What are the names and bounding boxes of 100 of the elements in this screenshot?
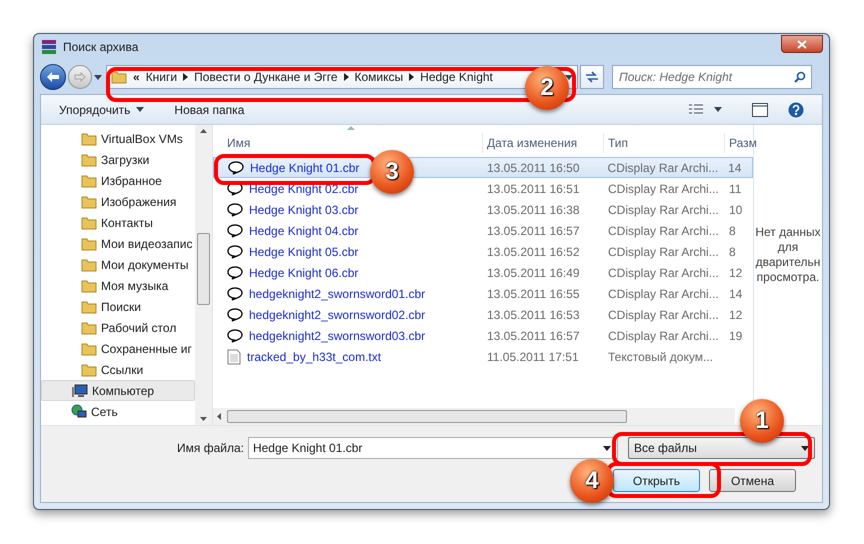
sidebar-item[interactable]: Избранное [41, 170, 195, 191]
speech-bubble-icon [227, 266, 243, 280]
sidebar-item[interactable]: Моя музыка [41, 275, 195, 296]
new-folder-button[interactable]: Новая папка [174, 100, 244, 118]
sidebar-item[interactable]: Контакты [41, 212, 195, 233]
table-cell-text: CDisplay Rar Archi... [607, 264, 720, 282]
table-cell-text: Текстовый докум... [607, 348, 714, 366]
file-row[interactable]: hedgeknight2_swornsword02.cbr 13.05.2011 16:53 CDisplay Rar Archi... 12 [213, 304, 753, 325]
horizontal-scrollbar[interactable] [213, 408, 735, 425]
sidebar-item[interactable]: Загрузки [41, 149, 195, 170]
file-name: tracked_by_h33t_com.txt [247, 348, 382, 366]
sidebar-item[interactable]: Поиски [41, 296, 195, 317]
scroll-down-icon [200, 417, 207, 421]
vertical-scrollbar[interactable] [195, 125, 212, 425]
search-icon [794, 71, 806, 83]
open-button[interactable]: Открыть [613, 469, 700, 492]
table-cell-text: CDisplay Rar Archi... [607, 328, 720, 344]
file-name: hedgeknight2_swornsword02.cbr [249, 306, 426, 324]
sidebar-item[interactable]: Сохраненные иг [41, 338, 195, 359]
sidebar-item[interactable]: Мои документы [41, 254, 195, 275]
dropdown-arrow-icon [602, 446, 611, 450]
preview-pane-icon [752, 102, 768, 116]
folder-icon [81, 172, 97, 188]
scroll-thumb[interactable] [197, 233, 210, 305]
table-cell-text: CDisplay Rar Archi... [607, 180, 720, 198]
preview-message: для [778, 240, 798, 255]
sidebar-item[interactable]: Рабочий стол [41, 317, 195, 338]
sidebar-item[interactable]: Изображения [41, 191, 195, 212]
breadcrumb[interactable]: Книги [146, 68, 178, 86]
column-header[interactable]: Тип [604, 133, 725, 153]
speech-bubble-icon [227, 224, 243, 238]
close-button[interactable] [781, 35, 823, 53]
dropdown-arrow-icon [800, 446, 809, 450]
scroll-thumb[interactable] [227, 410, 627, 423]
table-cell-text: 8 [728, 222, 737, 240]
file-row[interactable]: Hedge Knight 05.cbr 13.05.2011 16:52 CDisplay Rar Archi... 8 [213, 241, 753, 262]
file-row[interactable]: tracked_by_h33t_com.txt 11.05.2011 17:51 Текстовый докум... [213, 346, 753, 367]
table-cell-text: 13.05.2011 16:57 [486, 222, 581, 240]
refresh-arrows-icon [585, 71, 599, 83]
folder-icon [81, 214, 97, 230]
file-name: Hedge Knight 03.cbr [249, 202, 358, 218]
table-cell-text: CDisplay Rar Archi... [606, 160, 720, 176]
file-row[interactable]: hedgeknight2_swornsword03.cbr 13.05.2011 16:57 CDisplay Rar Archi... 19 [213, 325, 753, 346]
folder-icon [111, 69, 127, 85]
search-field[interactable]: Поиск: Hedge Knight [612, 65, 812, 89]
close-icon [797, 40, 807, 48]
table-cell-text: 12 [728, 306, 744, 324]
folder-icon [81, 152, 97, 168]
table-cell-text: 14 [727, 160, 742, 176]
table-cell-text: CDisplay Rar Archi... [607, 306, 720, 324]
table-cell-text: 13.05.2011 16:51 [486, 180, 581, 198]
preview-message: Нет данных [755, 225, 821, 240]
sidebar-item[interactable]: Сеть [41, 401, 195, 422]
table-cell-text: 13.05.2011 16:49 [486, 264, 581, 282]
speech-bubble-icon [227, 308, 243, 322]
table-cell-text: 11 [728, 180, 742, 198]
help-icon [788, 102, 804, 118]
folder-icon [81, 340, 97, 356]
caret-icon [136, 107, 144, 112]
file-row[interactable]: Hedge Knight 03.cbr 13.05.2011 16:38 CDisplay Rar Archi... 10 [213, 199, 753, 220]
breadcrumb-arrow-icon [183, 73, 188, 81]
folder-icon [81, 130, 97, 146]
overflow-chevron[interactable]: « [133, 68, 140, 86]
sidebar-item[interactable]: Ссылки [41, 359, 195, 380]
table-cell-text: 13.05.2011 16:55 [486, 286, 581, 302]
file-name: Hedge Knight 02.cbr [249, 180, 358, 198]
speech-bubble-icon [227, 202, 243, 216]
archive-books-icon [41, 39, 57, 55]
breadcrumb[interactable]: Комиксы [354, 68, 404, 86]
sidebar-item[interactable]: VirtualBox VMs [41, 128, 195, 149]
dropdown-arrow-icon [94, 74, 102, 80]
file-type-dropdown[interactable]: Все файлы [628, 437, 815, 459]
back-button[interactable] [40, 64, 66, 90]
view-list-icon [688, 104, 704, 116]
file-row[interactable]: hedgeknight2_swornsword01.cbr 13.05.2011 16:55 CDisplay Rar Archi... 14 [213, 283, 753, 304]
file-name-field[interactable]: Hedge Knight 01.cbr [248, 437, 618, 459]
refresh-button[interactable] [580, 65, 604, 89]
column-header[interactable]: Дата изменения [483, 133, 604, 153]
speech-bubble-icon [227, 244, 243, 258]
table-cell-text: CDisplay Rar Archi... [607, 202, 720, 218]
cancel-button[interactable]: Отмена [709, 469, 796, 492]
table-cell-text: CDisplay Rar Archi... [607, 222, 720, 240]
table-cell-text: 10 [728, 202, 744, 218]
organize-menu[interactable]: Упорядочить [59, 100, 144, 118]
sidebar-item[interactable]: Компьютер [41, 380, 195, 401]
scroll-up-icon [200, 129, 207, 133]
table-cell-text: 12 [728, 264, 744, 282]
sidebar-item[interactable]: Мои видеозапис [41, 233, 195, 254]
file-row[interactable]: Hedge Knight 04.cbr 13.05.2011 16:57 CDisplay Rar Archi... 8 [213, 220, 753, 241]
file-row[interactable]: Hedge Knight 06.cbr 13.05.2011 16:49 CDisplay Rar Archi... 12 [213, 262, 753, 283]
breadcrumb[interactable]: Hedge Knight [420, 68, 493, 86]
network-icon [71, 404, 87, 420]
speech-bubble-icon [227, 286, 243, 300]
caret-icon [714, 107, 722, 112]
speech-bubble-icon [227, 328, 243, 342]
table-cell-text: 13.05.2011 16:50 [486, 160, 581, 176]
folder-icon [81, 194, 97, 210]
window-title: Поиск архива [63, 39, 138, 56]
breadcrumb[interactable]: Повести о Дункане и Эгге [194, 68, 338, 86]
table-cell-text: 13.05.2011 16:57 [486, 328, 581, 344]
